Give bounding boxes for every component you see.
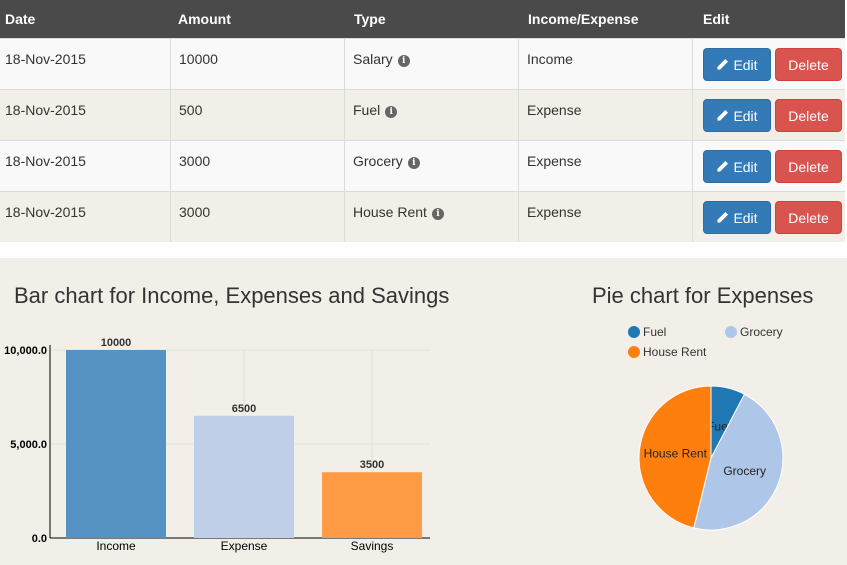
pie-chart: Fuel GroceryHouse RentFuelGroceryHouse Re… [628, 325, 784, 531]
legend-swatch [725, 326, 737, 338]
legend-label: Fuel [643, 325, 666, 339]
info-circle-icon[interactable]: i [385, 106, 398, 118]
bar-chart-title: Bar chart for Income, Expenses and Savin… [14, 283, 450, 308]
x-tick-label: Expense [221, 539, 268, 553]
bar-savings [322, 472, 422, 538]
bar-value-label: 3500 [360, 459, 384, 471]
info-circle-icon[interactable]: i [407, 157, 420, 169]
cell-amount: 3000 [171, 192, 345, 242]
cell-actions: Edit Delete [693, 90, 845, 140]
header-date: Date [5, 11, 36, 27]
table-header: Date Amount Type Income/Expense Edit [0, 0, 845, 38]
edit-button[interactable]: Edit [703, 99, 771, 132]
table-row: 18-Nov-2015 500 Fuel i Expense Edit Delet… [0, 89, 845, 140]
type-label: Fuel [353, 102, 381, 118]
table-row: 18-Nov-2015 3000 Grocery i Expense Edit D… [0, 140, 845, 191]
delete-button[interactable]: Delete [775, 48, 842, 81]
cell-type: Fuel i [345, 90, 519, 140]
cell-income-expense: Expense [519, 90, 693, 140]
y-tick-label: 0.0 [32, 533, 47, 545]
edit-button-label: Edit [733, 209, 758, 226]
pie-slice-label: Grocery [723, 464, 766, 478]
cell-income-expense: Income [519, 39, 693, 89]
delete-button[interactable]: Delete [775, 150, 842, 183]
pie-chart-title: Pie chart for Expenses [592, 283, 814, 308]
edit-button-label: Edit [733, 158, 758, 175]
x-tick-label: Income [96, 539, 136, 553]
cell-date: 18-Nov-2015 [0, 90, 171, 140]
cell-amount: 500 [171, 90, 345, 140]
bar-value-label: 6500 [232, 403, 256, 415]
edit-button[interactable]: Edit [703, 48, 771, 81]
edit-button-label: Edit [733, 56, 758, 73]
table-row: 18-Nov-2015 3000 House Rent i Expense Edi… [0, 191, 845, 242]
charts-panel: Bar chart for Income, Expenses and Savin… [0, 258, 847, 565]
bar-value-label: 10000 [101, 337, 132, 349]
cell-type: Grocery i [345, 141, 519, 191]
cell-date: 18-Nov-2015 [0, 192, 171, 242]
cell-income-expense: Expense [519, 192, 693, 242]
edit-button[interactable]: Edit [703, 150, 771, 183]
pencil-icon [717, 109, 729, 121]
y-tick-label: 10,000.0 [4, 345, 47, 357]
cell-income-expense: Expense [519, 141, 693, 191]
x-tick-label: Savings [351, 539, 394, 553]
edit-button-label: Edit [733, 107, 758, 124]
cell-type: Salary i [345, 39, 519, 89]
header-type: Type [354, 11, 386, 27]
pie-slice-label: House Rent [644, 447, 708, 461]
bar-income [66, 350, 166, 538]
pencil-icon [717, 211, 729, 223]
cell-amount: 3000 [171, 141, 345, 191]
type-label: Grocery [353, 153, 403, 169]
header-income-expense: Income/Expense [528, 11, 639, 27]
info-circle-icon[interactable]: i [431, 208, 444, 220]
cell-date: 18-Nov-2015 [0, 39, 171, 89]
delete-button[interactable]: Delete [775, 201, 842, 234]
legend-swatch [628, 346, 640, 358]
pencil-icon [717, 160, 729, 172]
transactions-table: Date Amount Type Income/Expense Edit 18-… [0, 0, 845, 242]
bar-expense [194, 415, 294, 538]
legend-label: Grocery [740, 325, 783, 339]
cell-type: House Rent i [345, 192, 519, 242]
header-edit: Edit [703, 11, 730, 27]
info-circle-icon[interactable]: i [397, 55, 410, 67]
type-label: Salary [353, 51, 393, 67]
y-tick-label: 5,000.0 [10, 439, 47, 451]
bar-chart: 0.0 5,000.0 10,000.0 10000 Income 6500 Expense… [4, 337, 430, 553]
edit-button[interactable]: Edit [703, 201, 771, 234]
delete-button[interactable]: Delete [775, 99, 842, 132]
cell-amount: 10000 [171, 39, 345, 89]
header-amount: Amount [178, 11, 231, 27]
cell-actions: Edit Delete [693, 141, 845, 191]
table-row: 18-Nov-2015 10000 Salary i Income Edit De… [0, 38, 845, 89]
legend-swatch [628, 326, 640, 338]
legend-label: House Rent [643, 345, 707, 359]
pencil-icon [717, 58, 729, 70]
cell-actions: Edit Delete [693, 39, 845, 89]
cell-actions: Edit Delete [693, 192, 845, 242]
type-label: House Rent [353, 204, 427, 220]
cell-date: 18-Nov-2015 [0, 141, 171, 191]
